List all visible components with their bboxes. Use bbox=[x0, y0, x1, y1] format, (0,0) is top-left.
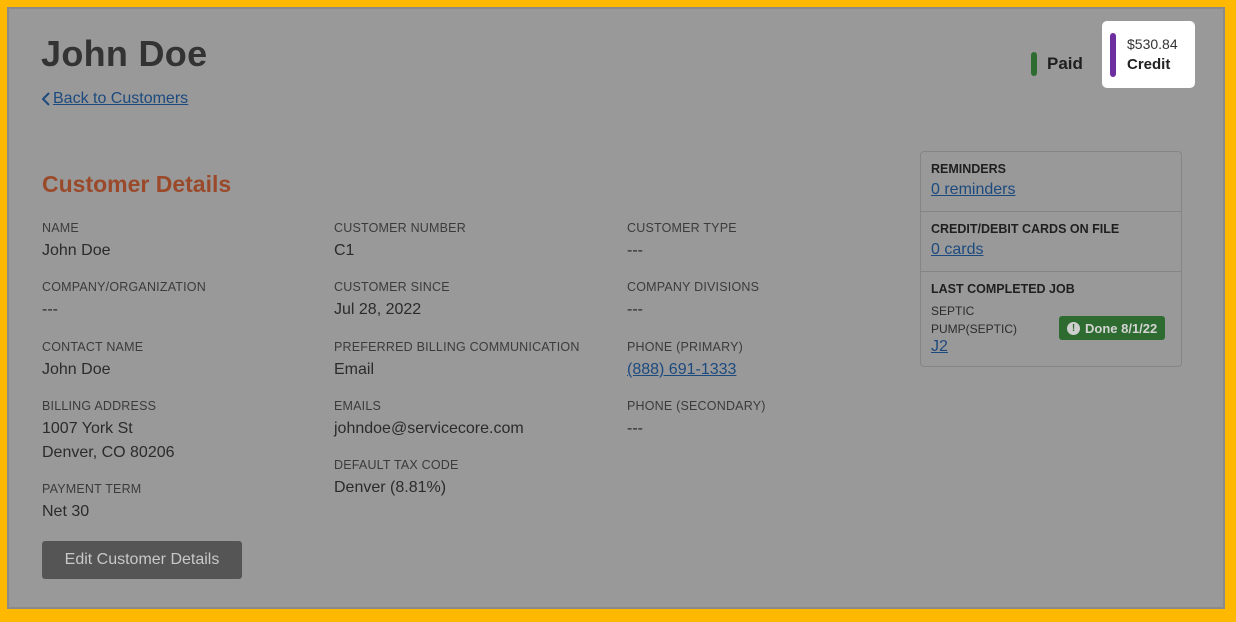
field-label: CUSTOMER TYPE bbox=[627, 221, 737, 235]
address-line-2: Denver, CO 80206 bbox=[42, 444, 175, 461]
field-company-divisions: COMPANY DIVISIONS --- bbox=[627, 280, 759, 322]
job-link[interactable]: J2 bbox=[931, 338, 948, 356]
cards-link[interactable]: 0 cards bbox=[931, 241, 983, 259]
last-job-heading: LAST COMPLETED JOB bbox=[931, 282, 1075, 296]
field-billing-address: BILLING ADDRESS 1007 York St Denver, CO … bbox=[42, 399, 175, 465]
credit-balance-card: $530.84 Credit bbox=[1102, 21, 1195, 88]
alert-circle-icon: ! bbox=[1067, 321, 1080, 335]
paid-label: Paid bbox=[1047, 54, 1083, 73]
field-phone-primary: PHONE (PRIMARY) (888) 691-1333 bbox=[627, 340, 743, 382]
job-status-label: Done 8/1/22 bbox=[1085, 320, 1158, 336]
customer-summary-panel: REMINDERS 0 reminders CREDIT/DEBIT CARDS… bbox=[920, 151, 1182, 367]
field-customer-since: CUSTOMER SINCE Jul 28, 2022 bbox=[334, 280, 450, 322]
field-label: PHONE (PRIMARY) bbox=[627, 340, 743, 354]
edit-customer-details-button[interactable]: Edit Customer Details bbox=[42, 541, 242, 579]
last-job-section: LAST COMPLETED JOB SEPTIC PUMP(SEPTIC) !… bbox=[921, 272, 1181, 366]
field-tax-code: DEFAULT TAX CODE Denver (8.81%) bbox=[334, 458, 459, 500]
field-contact-name: CONTACT NAME John Doe bbox=[42, 340, 143, 382]
credit-label: Credit bbox=[1127, 56, 1171, 73]
cards-section: CREDIT/DEBIT CARDS ON FILE 0 cards bbox=[921, 212, 1181, 272]
phone-primary-link[interactable]: (888) 691-1333 bbox=[627, 361, 736, 378]
back-to-customers-link[interactable]: Back to Customers bbox=[42, 90, 188, 108]
field-label: COMPANY/ORGANIZATION bbox=[42, 280, 206, 294]
field-value: --- bbox=[627, 301, 643, 318]
field-value: --- bbox=[627, 420, 643, 437]
chevron-left-icon bbox=[42, 92, 50, 106]
field-label: CUSTOMER SINCE bbox=[334, 280, 450, 294]
field-label: EMAILS bbox=[334, 399, 382, 413]
field-value: Denver (8.81%) bbox=[334, 479, 447, 496]
cards-heading: CREDIT/DEBIT CARDS ON FILE bbox=[931, 222, 1120, 236]
field-value: John Doe bbox=[42, 361, 111, 378]
field-emails: EMAILS johndoe@servicecore.com bbox=[334, 399, 524, 441]
credit-indicator bbox=[1110, 33, 1116, 77]
field-company: COMPANY/ORGANIZATION --- bbox=[42, 280, 206, 322]
field-label: PREFERRED BILLING COMMUNICATION bbox=[334, 340, 580, 354]
field-value: John Doe bbox=[42, 242, 111, 259]
reminders-link[interactable]: 0 reminders bbox=[931, 181, 1015, 199]
field-value: Email bbox=[334, 361, 375, 378]
field-label: NAME bbox=[42, 221, 79, 235]
customer-page: John Doe Back to Customers Paid $530.84 … bbox=[7, 7, 1225, 609]
field-value: (888) 691-1333 bbox=[627, 358, 743, 382]
field-label: PHONE (SECONDARY) bbox=[627, 399, 766, 413]
field-value: --- bbox=[627, 242, 643, 259]
field-label: CUSTOMER NUMBER bbox=[334, 221, 466, 235]
paid-status: Paid bbox=[1031, 52, 1083, 76]
field-customer-type: CUSTOMER TYPE --- bbox=[627, 221, 737, 263]
field-label: CONTACT NAME bbox=[42, 340, 144, 354]
back-link-label: Back to Customers bbox=[53, 90, 189, 107]
field-payment-term: PAYMENT TERM Net 30 bbox=[42, 482, 141, 524]
page-title: John Doe bbox=[41, 33, 208, 74]
field-value: johndoe@servicecore.com bbox=[334, 420, 524, 437]
section-title: Customer Details bbox=[42, 171, 232, 197]
reminders-heading: REMINDERS bbox=[931, 162, 1007, 176]
field-phone-secondary: PHONE (SECONDARY) --- bbox=[627, 399, 766, 441]
job-name: SEPTIC PUMP(SEPTIC) bbox=[931, 302, 1041, 338]
credit-amount: $530.84 bbox=[1127, 36, 1178, 52]
field-name: NAME John Doe bbox=[42, 221, 111, 263]
field-billing-communication: PREFERRED BILLING COMMUNICATION Email bbox=[334, 340, 580, 382]
job-name-line-1: SEPTIC bbox=[931, 304, 975, 318]
reminders-section: REMINDERS 0 reminders bbox=[921, 152, 1181, 212]
field-value: Net 30 bbox=[42, 503, 90, 520]
address-line-1: 1007 York St bbox=[42, 420, 133, 437]
field-value: 1007 York St Denver, CO 80206 bbox=[42, 417, 175, 465]
field-label: PAYMENT TERM bbox=[42, 482, 142, 496]
job-status-badge: ! Done 8/1/22 bbox=[1059, 316, 1166, 340]
field-value: --- bbox=[42, 301, 58, 318]
field-label: DEFAULT TAX CODE bbox=[334, 458, 459, 472]
field-label: COMPANY DIVISIONS bbox=[627, 280, 760, 294]
field-customer-number: CUSTOMER NUMBER C1 bbox=[334, 221, 466, 263]
paid-indicator bbox=[1031, 52, 1037, 76]
field-label: BILLING ADDRESS bbox=[42, 399, 157, 413]
job-name-line-2: PUMP(SEPTIC) bbox=[931, 322, 1018, 336]
field-value: C1 bbox=[334, 242, 355, 259]
field-value: Jul 28, 2022 bbox=[334, 301, 422, 318]
